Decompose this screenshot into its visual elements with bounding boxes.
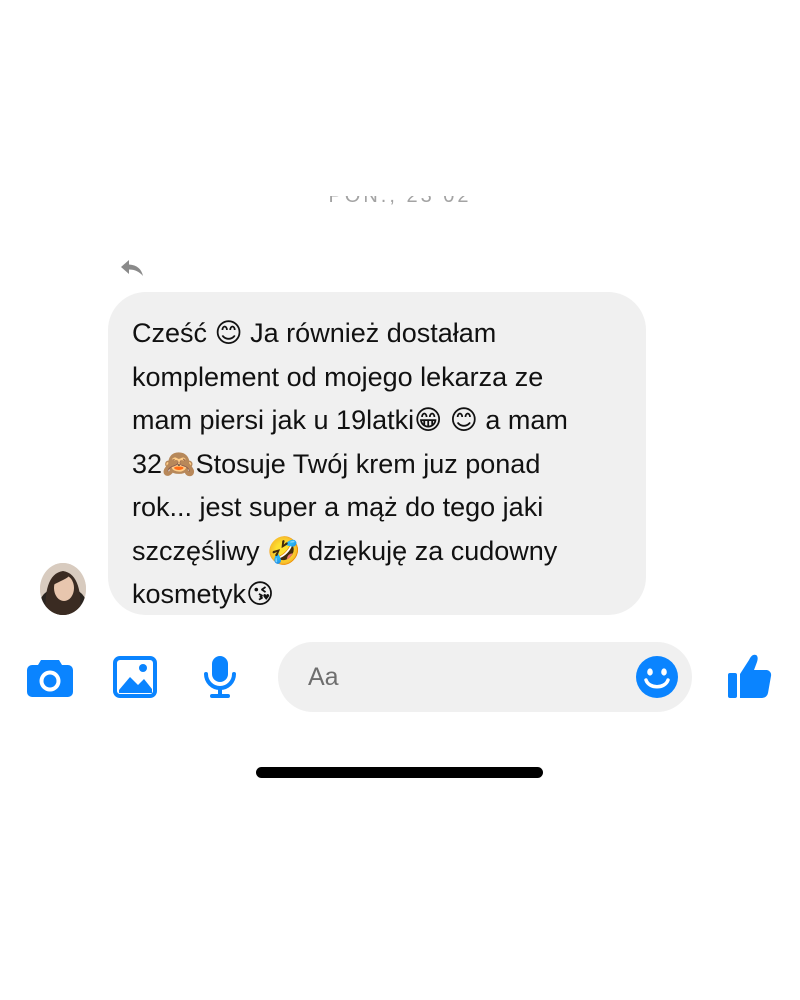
avatar[interactable] (40, 563, 86, 615)
smiley-icon[interactable] (635, 655, 679, 699)
message-input[interactable] (308, 661, 628, 693)
message-timestamp: PON., 23 02 (328, 196, 472, 207)
message-composer[interactable] (278, 642, 692, 712)
camera-icon[interactable] (26, 656, 74, 698)
message-text: Cześć 😊 Ja również dostałam komplement o… (132, 318, 568, 609)
reply-arrow-icon[interactable] (118, 256, 146, 280)
image-gallery-icon[interactable] (113, 656, 157, 698)
message-bubble[interactable]: Cześć 😊 Ja również dostałam komplement o… (108, 292, 646, 615)
home-indicator (256, 767, 543, 778)
thumbs-up-icon[interactable] (727, 652, 773, 700)
avatar-image (40, 563, 86, 615)
microphone-icon[interactable] (200, 654, 240, 700)
